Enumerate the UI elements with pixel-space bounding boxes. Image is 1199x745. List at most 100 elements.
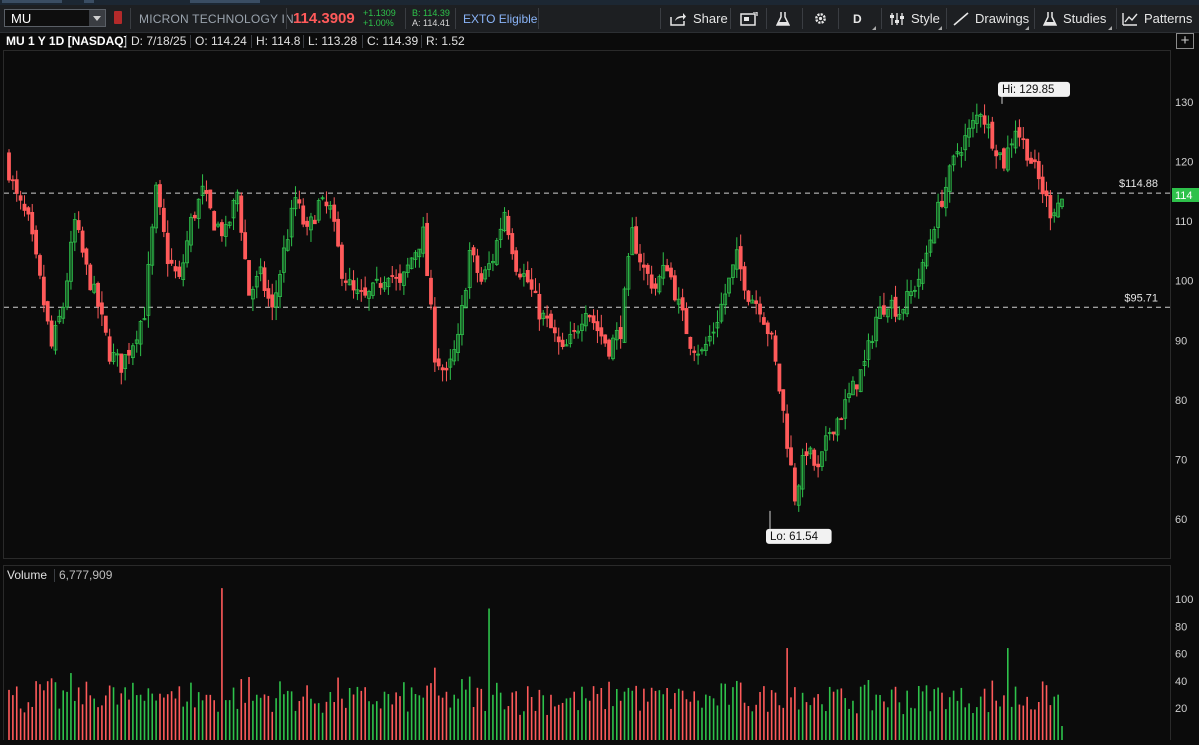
- price-axis-tick-label: 110: [1175, 216, 1193, 228]
- patterns-label: Patterns: [1144, 11, 1193, 26]
- price-chart-pane[interactable]: $114.88 $95.71 Hi: 129.85 Lo: 61.54: [3, 50, 1171, 559]
- studies-button[interactable]: Studies: [1043, 5, 1113, 32]
- thinkorswim-chart-window: MU MICRON TECHNOLOGY IN 114.3909 +1.1309…: [0, 0, 1199, 740]
- volume-axis-tick-label: 100: [1175, 594, 1193, 606]
- volume-axis[interactable]: 20 40 60 80 100: [1172, 584, 1199, 740]
- price-axis-tick-label: 100: [1175, 276, 1193, 288]
- candle-body: [765, 322, 770, 335]
- divider: [730, 8, 731, 29]
- candle-body: [529, 279, 534, 290]
- divider: [130, 8, 131, 29]
- volume-label[interactable]: Volume: [7, 568, 47, 582]
- settings-button[interactable]: [813, 5, 834, 32]
- divider: [1034, 8, 1035, 29]
- divider: [54, 569, 55, 582]
- volume-axis-tick-label: 40: [1175, 676, 1187, 688]
- candle-body: [812, 449, 817, 466]
- snapshot-button[interactable]: [740, 5, 764, 32]
- divider: [455, 8, 456, 29]
- volume-value: 6,777,909: [59, 568, 113, 582]
- style-button[interactable]: Style: [889, 5, 943, 32]
- candle-body: [1002, 148, 1006, 169]
- link-group-icon[interactable]: [114, 11, 122, 24]
- candle-body: [169, 259, 174, 264]
- divider: [946, 8, 947, 29]
- candle-body: [692, 350, 697, 353]
- candle-body: [777, 363, 782, 392]
- company-name: MICRON TECHNOLOGY IN: [139, 12, 294, 26]
- drawings-label: Drawings: [975, 11, 1030, 26]
- zoom-in-button[interactable]: +: [1176, 33, 1194, 49]
- marker-label: Lo: 61.54: [770, 531, 819, 543]
- price-axis-tick-label: 120: [1175, 157, 1193, 169]
- bar-close: C: 114.39: [367, 34, 419, 48]
- candle-body: [669, 267, 673, 278]
- beaker-button[interactable]: [776, 5, 796, 32]
- price-chart-svg: $114.88 $95.71 Hi: 129.85 Lo: 61.54: [4, 81, 1170, 544]
- volume-header: Volume 6,777,909: [3, 565, 1171, 584]
- bar-high: H: 114.8: [256, 34, 301, 48]
- symbol-input[interactable]: MU: [4, 9, 106, 27]
- candle-body: [549, 313, 553, 329]
- candle-body: [398, 273, 402, 283]
- pencil-line-icon: [953, 11, 969, 26]
- chevron-down-icon[interactable]: [89, 10, 105, 26]
- bar-range: R: 1.52: [426, 34, 465, 48]
- candle-body: [343, 280, 348, 283]
- candle-body: [831, 431, 836, 435]
- candle-body: [560, 339, 565, 348]
- divider: [838, 8, 839, 29]
- divider: [881, 8, 882, 29]
- candle-body: [525, 270, 530, 283]
- candle-body: [994, 150, 999, 157]
- candle-body: [444, 367, 449, 371]
- candle-body: [390, 275, 395, 277]
- candle-body: [425, 222, 430, 277]
- candle-body: [587, 314, 592, 318]
- candle-body: [1036, 161, 1041, 180]
- candle-body: [18, 195, 23, 201]
- candle-body: [100, 302, 104, 315]
- candle-body: [591, 315, 596, 324]
- aggregation-button[interactable]: D: [853, 5, 877, 32]
- candle-body: [88, 264, 93, 291]
- candle-body: [351, 280, 356, 291]
- candle-body: [41, 276, 46, 306]
- candle-body: [854, 384, 859, 390]
- candle-body: [161, 207, 166, 232]
- share-button[interactable]: Share: [670, 5, 728, 32]
- candle-body: [80, 230, 85, 253]
- divider: [1116, 8, 1117, 29]
- candle-body: [212, 211, 217, 231]
- candle-body: [336, 218, 340, 247]
- candle-body: [38, 255, 42, 276]
- candle-body: [394, 276, 399, 279]
- candle-body: [1048, 194, 1053, 219]
- candle-body: [599, 327, 604, 337]
- candle-body: [1040, 176, 1045, 195]
- candle-body: [940, 200, 944, 207]
- divider: [766, 8, 767, 29]
- candle-body: [119, 353, 124, 373]
- candle-body: [332, 204, 337, 222]
- patterns-button[interactable]: Patterns: [1122, 5, 1199, 32]
- candle-body: [363, 287, 368, 296]
- candle-body: [107, 336, 112, 362]
- symbol-text: MU: [11, 11, 32, 26]
- candle-body: [990, 121, 995, 149]
- price-axis[interactable]: 60 70 80 90 100 110 120 130 114: [1172, 50, 1199, 559]
- exto-eligible-tag[interactable]: EXTO Eligible: [463, 12, 537, 26]
- candle-body: [7, 152, 11, 181]
- drawings-button[interactable]: Drawings: [953, 5, 1030, 32]
- candle-body: [882, 305, 886, 315]
- chart-title[interactable]: MU 1 Y 1D [NASDAQ]: [6, 34, 128, 48]
- candle-body: [804, 451, 809, 457]
- candle-body: [84, 248, 89, 265]
- volume-chart-pane[interactable]: [3, 584, 1171, 740]
- candle-body: [158, 184, 162, 208]
- candle-body: [572, 330, 577, 332]
- candle-body: [177, 266, 182, 277]
- candle-body: [634, 226, 639, 254]
- volume-axis-tick-label: 60: [1175, 649, 1187, 661]
- candle-body: [688, 336, 693, 349]
